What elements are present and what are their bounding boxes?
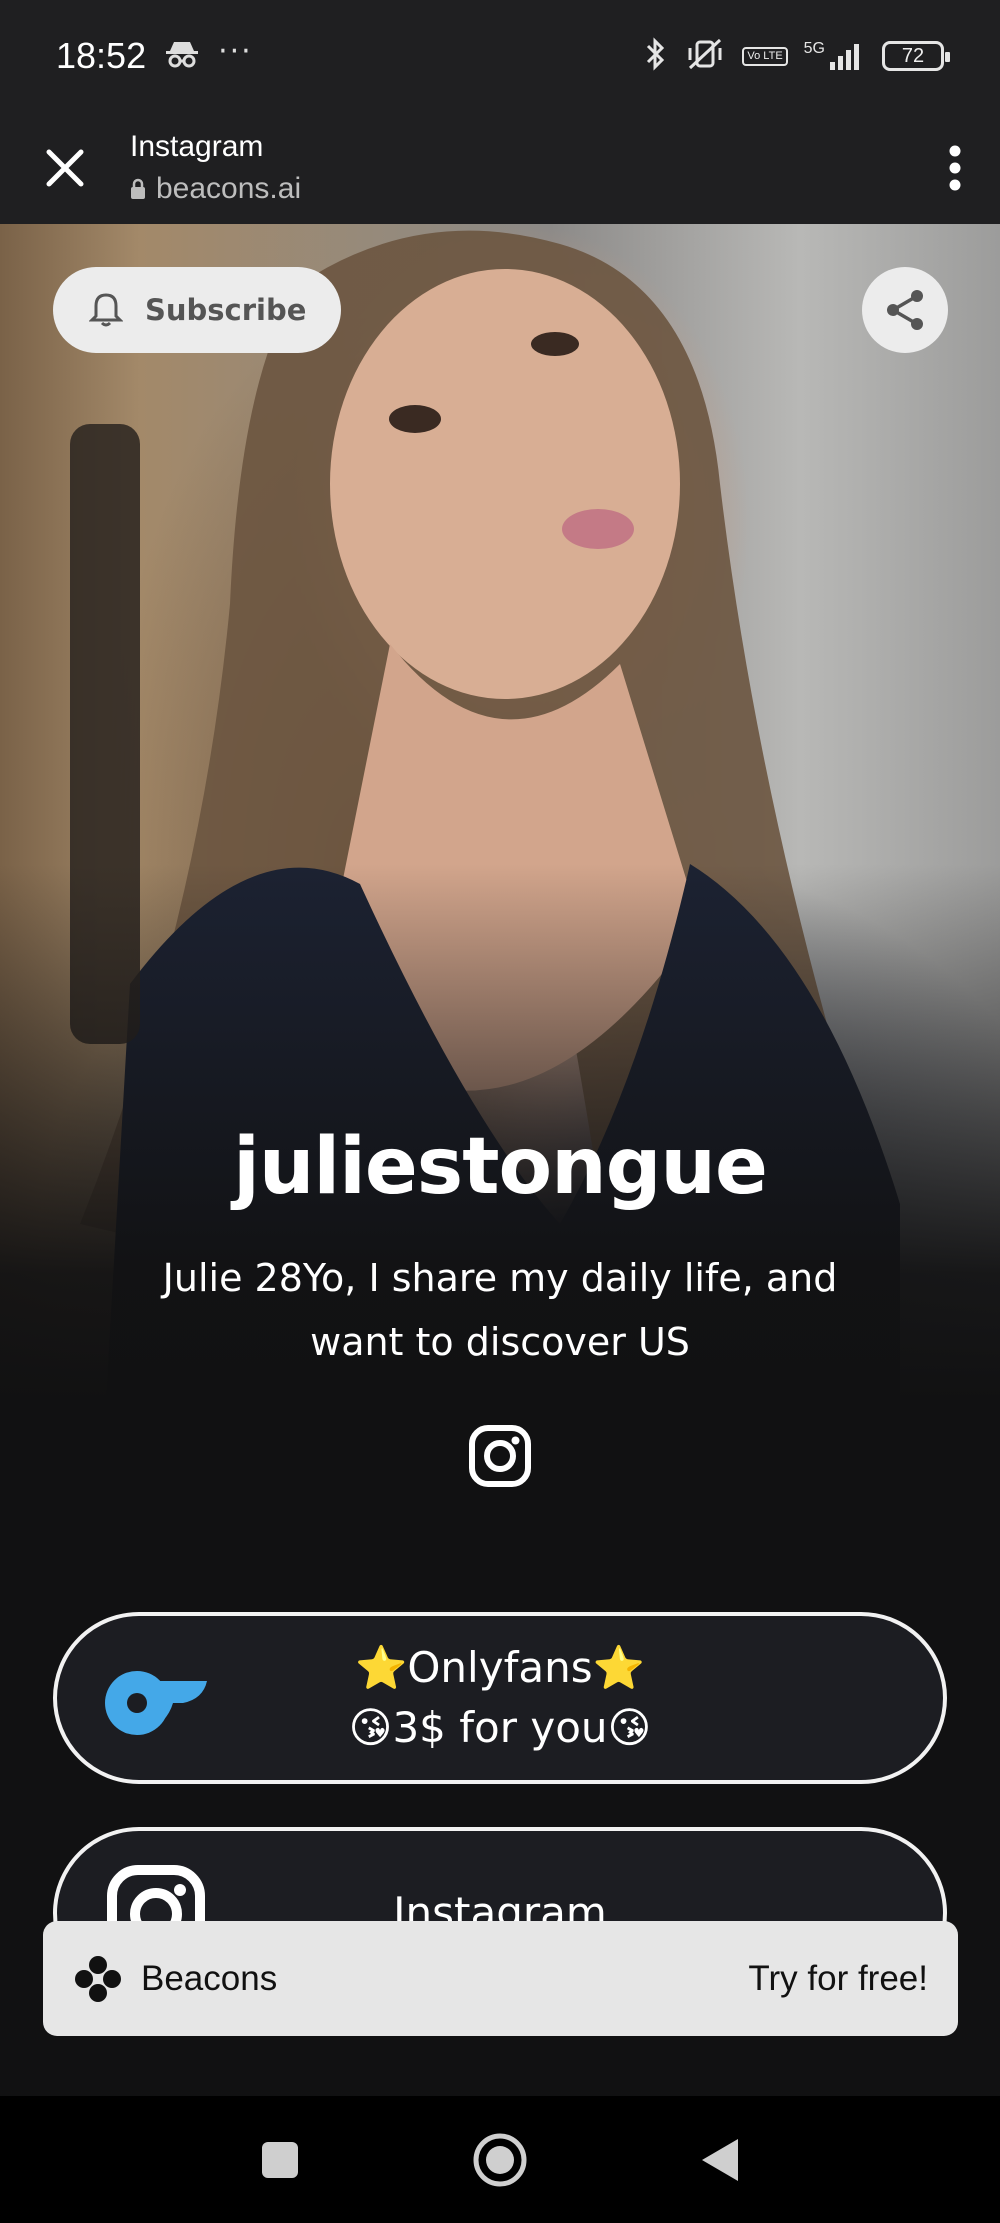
incognito-icon bbox=[164, 39, 200, 73]
instagram-icon bbox=[469, 1425, 531, 1487]
status-time: 18:52 bbox=[56, 35, 147, 76]
link-icon-wrapper bbox=[103, 1646, 209, 1752]
instagram-social-icon[interactable] bbox=[468, 1424, 532, 1488]
battery-indicator: 72 bbox=[882, 41, 950, 71]
beacons-logo-icon bbox=[73, 1954, 123, 2004]
page-title: Instagram bbox=[130, 130, 264, 163]
link-label-line1: ⭐Onlyfans⭐ bbox=[355, 1643, 645, 1692]
overflow-menu-button[interactable] bbox=[910, 112, 1000, 224]
status-right: Vo LTE 5G 72 bbox=[644, 36, 950, 76]
url-host-text: beacons.ai bbox=[156, 172, 302, 205]
status-bar: 18:52 ··· Vo LTE 5G 72 bbox=[0, 0, 1000, 112]
link-label: ⭐Onlyfans⭐ 😘3$ for you😘 bbox=[217, 1616, 783, 1780]
share-button[interactable] bbox=[862, 267, 948, 353]
onlyfans-link-button[interactable]: ⭐Onlyfans⭐ 😘3$ for you😘 bbox=[53, 1612, 947, 1784]
network-type-label: 5G bbox=[803, 40, 825, 57]
recents-icon bbox=[262, 2141, 298, 2178]
status-more-dots: ··· bbox=[218, 33, 253, 69]
recents-button[interactable] bbox=[250, 2130, 310, 2190]
more-vert-icon bbox=[949, 145, 961, 191]
url-host: beacons.ai bbox=[130, 172, 301, 206]
home-button[interactable] bbox=[470, 2130, 530, 2190]
bell-icon bbox=[89, 293, 123, 327]
link-label-line2: 😘3$ for you😘 bbox=[348, 1703, 652, 1752]
custom-tab-toolbar: Instagram beacons.ai bbox=[0, 112, 1000, 224]
status-left: 18:52 ··· bbox=[56, 33, 253, 77]
close-button[interactable] bbox=[0, 112, 130, 224]
signal-icon: 5G bbox=[804, 40, 866, 72]
url-block[interactable]: Instagram beacons.ai bbox=[130, 130, 301, 206]
home-icon bbox=[473, 2133, 527, 2186]
profile-bio: Julie 28Yo, I share my daily life, and w… bbox=[162, 1256, 838, 1364]
profile-username: juliestongue bbox=[233, 1122, 768, 1212]
subscribe-button[interactable]: Subscribe bbox=[53, 267, 341, 353]
bluetooth-icon bbox=[644, 36, 668, 76]
close-icon bbox=[46, 149, 84, 187]
onlyfans-icon bbox=[105, 1671, 207, 1735]
share-icon bbox=[887, 290, 923, 330]
back-icon bbox=[702, 2138, 738, 2181]
lock-icon bbox=[131, 178, 145, 199]
vibrate-off-icon bbox=[684, 36, 726, 76]
try-for-free-link[interactable]: Try for free! bbox=[748, 1959, 928, 1999]
back-button[interactable] bbox=[690, 2130, 750, 2190]
subscribe-label: Subscribe bbox=[145, 293, 307, 327]
beacons-brand: Beacons bbox=[141, 1958, 278, 1998]
system-nav-bar bbox=[0, 2096, 1000, 2223]
page-content[interactable]: Subscribe juliestongue Julie 28Yo, I sha… bbox=[0, 224, 1000, 2096]
beacons-promo-banner[interactable]: Beacons Try for free! bbox=[43, 1921, 958, 2036]
volte-badge: Vo LTE bbox=[742, 46, 788, 66]
